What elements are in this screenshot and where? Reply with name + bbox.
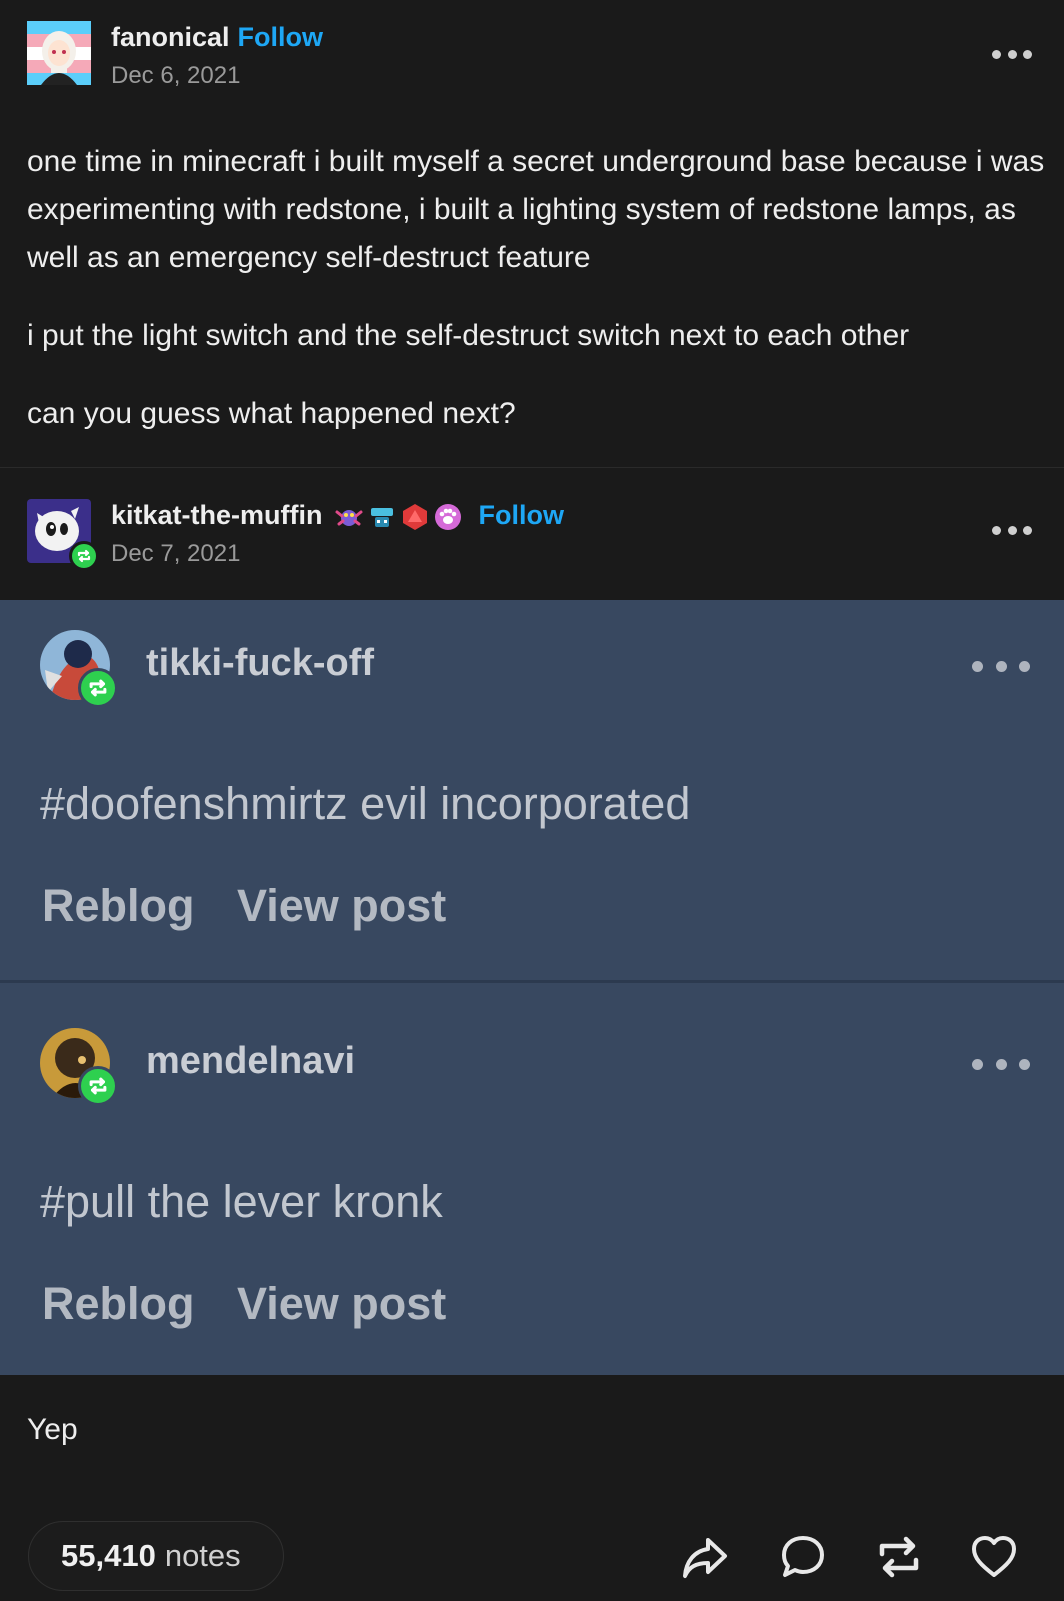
reblog-badge-icon bbox=[78, 1066, 118, 1106]
embedded-reblog-more-options-icon[interactable] bbox=[972, 1058, 1030, 1070]
original-post-paragraph-2: i put the light switch and the self-dest… bbox=[27, 319, 910, 352]
paw-badge-icon bbox=[435, 503, 462, 530]
original-post-more-options-icon[interactable] bbox=[992, 48, 1032, 60]
reblog-post-header: kitkat-the-muffin Follow Dec 7, 2021 bbox=[0, 496, 1064, 576]
embedded-view-post-button[interactable]: View post bbox=[237, 1278, 446, 1330]
embedded-reblog-tag[interactable]: #doofenshmirtz evil incorporated bbox=[40, 778, 690, 830]
reblog-badge-icon bbox=[69, 541, 99, 571]
reblog-reply-text: Yep bbox=[27, 1413, 78, 1446]
share-icon[interactable] bbox=[680, 1532, 730, 1582]
reblog-badge-icon bbox=[78, 668, 118, 708]
original-post-date[interactable]: Dec 6, 2021 bbox=[111, 62, 240, 90]
reblog-post-more-options-icon[interactable] bbox=[992, 524, 1032, 536]
embedded-reblog-username[interactable]: tikki-fuck-off bbox=[146, 642, 374, 685]
embedded-reblog-button[interactable]: Reblog bbox=[42, 880, 195, 932]
embedded-reblog-tag[interactable]: #pull the lever kronk bbox=[40, 1176, 443, 1228]
follow-button[interactable]: Follow bbox=[479, 500, 564, 530]
like-icon[interactable] bbox=[969, 1532, 1019, 1582]
reblogger-badges bbox=[334, 502, 463, 532]
original-poster-line: fanonical Follow bbox=[111, 22, 323, 53]
robot-badge-icon bbox=[371, 507, 394, 527]
embedded-reblog-card: mendelnavi #pull the lever kronk Reblog … bbox=[0, 983, 1064, 1375]
embedded-reblog-card: tikki-fuck-off #doofenshmirtz evil incor… bbox=[0, 600, 1064, 981]
embedded-view-post-button[interactable]: View post bbox=[237, 880, 446, 932]
follow-button[interactable]: Follow bbox=[238, 22, 323, 52]
kitkat-avatar[interactable] bbox=[27, 499, 99, 571]
original-post-header: fanonical Follow Dec 6, 2021 bbox=[0, 18, 1064, 98]
notes-count: 55,410 bbox=[61, 1538, 156, 1573]
notes-label: notes bbox=[164, 1538, 241, 1573]
original-poster-username[interactable]: fanonical bbox=[111, 22, 230, 52]
original-post-paragraph-1: one time in minecraft i built myself a s… bbox=[27, 145, 1045, 274]
crab-badge-icon bbox=[335, 509, 363, 526]
embedded-reblog-username[interactable]: mendelnavi bbox=[146, 1040, 355, 1083]
post-divider bbox=[0, 467, 1064, 468]
reblog-icon[interactable] bbox=[874, 1532, 924, 1582]
reblogger-line: kitkat-the-muffin Follow bbox=[111, 500, 564, 532]
embedded-reblog-more-options-icon[interactable] bbox=[972, 660, 1030, 672]
d20-badge-icon bbox=[403, 503, 428, 530]
reblog-post-date[interactable]: Dec 7, 2021 bbox=[111, 540, 240, 568]
reblogger-username[interactable]: kitkat-the-muffin bbox=[111, 500, 323, 530]
notes-button[interactable]: 55,410 notes bbox=[28, 1521, 284, 1591]
comment-icon[interactable] bbox=[778, 1532, 828, 1582]
embedded-reblog-button[interactable]: Reblog bbox=[42, 1278, 195, 1330]
fanonical-avatar[interactable] bbox=[27, 21, 91, 85]
original-post-paragraph-3: can you guess what happened next? bbox=[27, 397, 516, 430]
